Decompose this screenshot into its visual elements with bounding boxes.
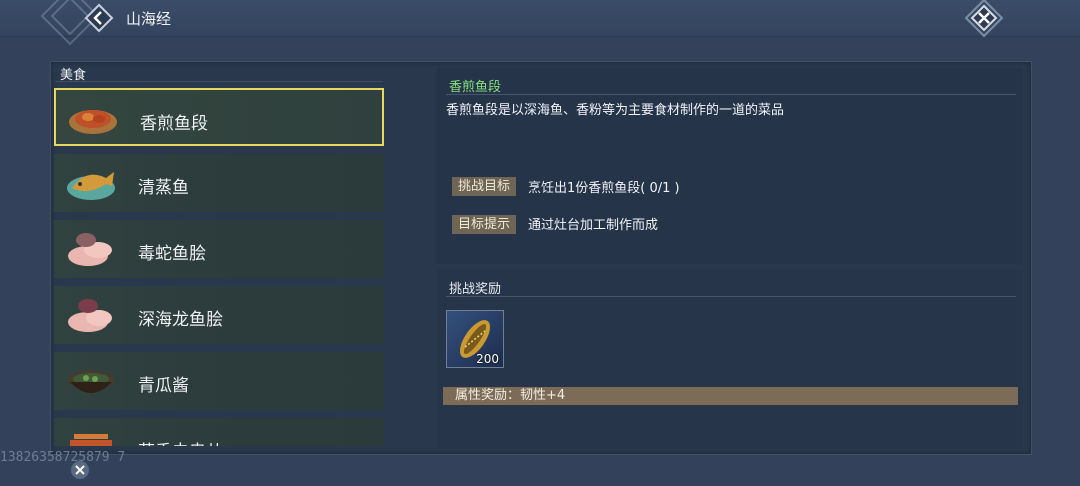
detail-panel (437, 68, 1023, 264)
back-button[interactable] (84, 3, 114, 33)
bowl-icon (68, 371, 114, 393)
goal-text: 烹饪出1份香煎鱼段( 0/1 ) (528, 181, 680, 196)
food-item-deep-sea-sashimi[interactable]: 深海龙鱼脍 (54, 286, 384, 344)
reward-title: 挑战奖励 (449, 282, 502, 297)
food-item-skewer[interactable]: 茴香虫串儿 (54, 418, 384, 446)
reward-count: 200 (476, 352, 499, 366)
close-icon (964, 0, 1004, 38)
detail-description: 香煎鱼段是以深海鱼、香粉等为主要食材制作的一道的菜品 (446, 103, 785, 118)
food-name: 深海龙鱼脍 (138, 310, 223, 330)
top-bar: 山海经 (0, 0, 1080, 46)
skewer-icon (70, 434, 112, 446)
hint-text: 通过灶台加工制作而成 (528, 218, 659, 233)
reward-item-slot[interactable]: 200 (446, 310, 504, 368)
page-title: 山海经 (126, 10, 172, 28)
divider (446, 296, 1016, 297)
food-item-snake-sashimi[interactable]: 毒蛇鱼脍 (54, 220, 384, 278)
divider (446, 94, 1016, 95)
hint-tag: 目标提示 (452, 215, 516, 234)
food-name: 茴香虫串儿 (138, 437, 223, 446)
sashimi-icon (68, 299, 112, 332)
sashimi-icon (68, 233, 112, 266)
food-name: 青瓜酱 (138, 376, 189, 396)
fried-fish-icon (69, 110, 117, 134)
back-arrow-icon (84, 3, 114, 33)
food-name: 清蒸鱼 (138, 178, 189, 198)
food-name: 香煎鱼段 (140, 114, 208, 134)
attribute-reward: 属性奖励：韧性+4 (455, 388, 566, 403)
food-name: 毒蛇鱼脍 (138, 244, 206, 264)
food-list[interactable]: 香煎鱼段 清蒸鱼 毒蛇鱼脍 深海龙鱼脍 青瓜酱 (54, 86, 384, 446)
steamed-fish-icon (67, 172, 115, 200)
goal-tag: 挑战目标 (452, 177, 516, 196)
close-button[interactable] (962, 0, 1006, 38)
food-item-steamed-fish[interactable]: 清蒸鱼 (54, 154, 384, 212)
food-item-fried-fish[interactable]: 香煎鱼段 (54, 88, 384, 146)
close-small-icon[interactable] (70, 460, 90, 480)
detail-title: 香煎鱼段 (449, 80, 502, 95)
divider (55, 81, 383, 82)
food-item-cucumber-sauce[interactable]: 青瓜酱 (54, 352, 384, 410)
watermark-text: 13826358725879 7 (0, 450, 126, 465)
